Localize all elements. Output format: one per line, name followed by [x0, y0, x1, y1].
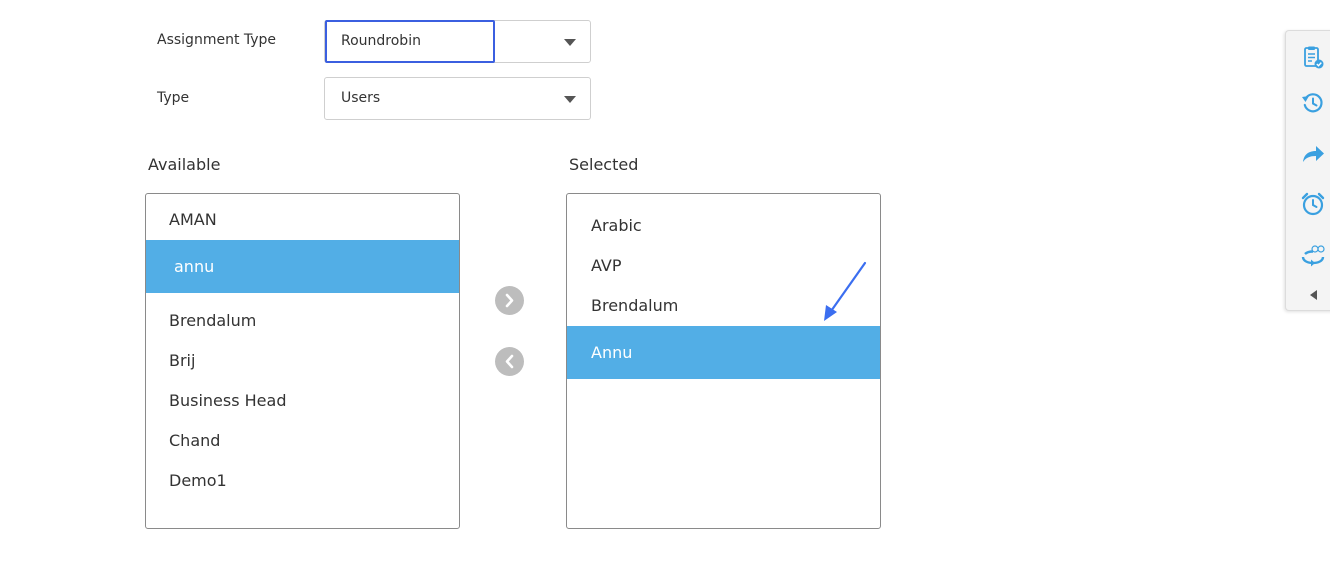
annotation-highlight-box [325, 20, 495, 63]
available-item-business-head[interactable]: Business Head [146, 381, 459, 421]
assignment-page: Assignment Type Roundrobin Type Users Av… [0, 0, 1330, 567]
history-icon[interactable] [1300, 90, 1326, 116]
clipboard-check-icon[interactable] [1300, 45, 1326, 71]
chevron-down-icon [564, 39, 576, 46]
alarm-clock-icon[interactable] [1300, 191, 1326, 217]
chevron-right-icon [505, 293, 514, 308]
type-select[interactable]: Users [324, 77, 591, 120]
share-forward-icon[interactable] [1300, 141, 1326, 167]
move-right-button[interactable] [495, 286, 524, 315]
available-item-demo1[interactable]: Demo1 [146, 461, 459, 501]
selected-item-annu[interactable]: Annu [567, 326, 880, 379]
available-item-annu[interactable]: annu [146, 240, 459, 293]
move-left-button[interactable] [495, 347, 524, 376]
available-item-chand[interactable]: Chand [146, 421, 459, 461]
available-item-brendalum[interactable]: Brendalum [146, 301, 459, 341]
side-toolbar [1285, 30, 1330, 311]
selected-title: Selected [569, 155, 639, 174]
available-item-brij[interactable]: Brij [146, 341, 459, 381]
collapse-left-icon[interactable] [1300, 284, 1326, 310]
selected-listbox[interactable]: Arabic AVP Brendalum Annu [566, 193, 881, 529]
chevron-left-icon [505, 354, 514, 369]
annotation-arrow-icon [824, 261, 867, 321]
type-value: Users [341, 90, 381, 106]
available-title: Available [148, 155, 221, 174]
360-view-icon[interactable] [1300, 243, 1326, 269]
available-item-aman[interactable]: AMAN [146, 200, 459, 240]
type-label: Type [157, 90, 190, 106]
chevron-down-icon [564, 96, 576, 103]
assignment-type-label: Assignment Type [157, 32, 277, 48]
selected-item-arabic[interactable]: Arabic [567, 206, 880, 246]
available-listbox[interactable]: AMAN annu Brendalum Brij Business Head C… [145, 193, 460, 529]
